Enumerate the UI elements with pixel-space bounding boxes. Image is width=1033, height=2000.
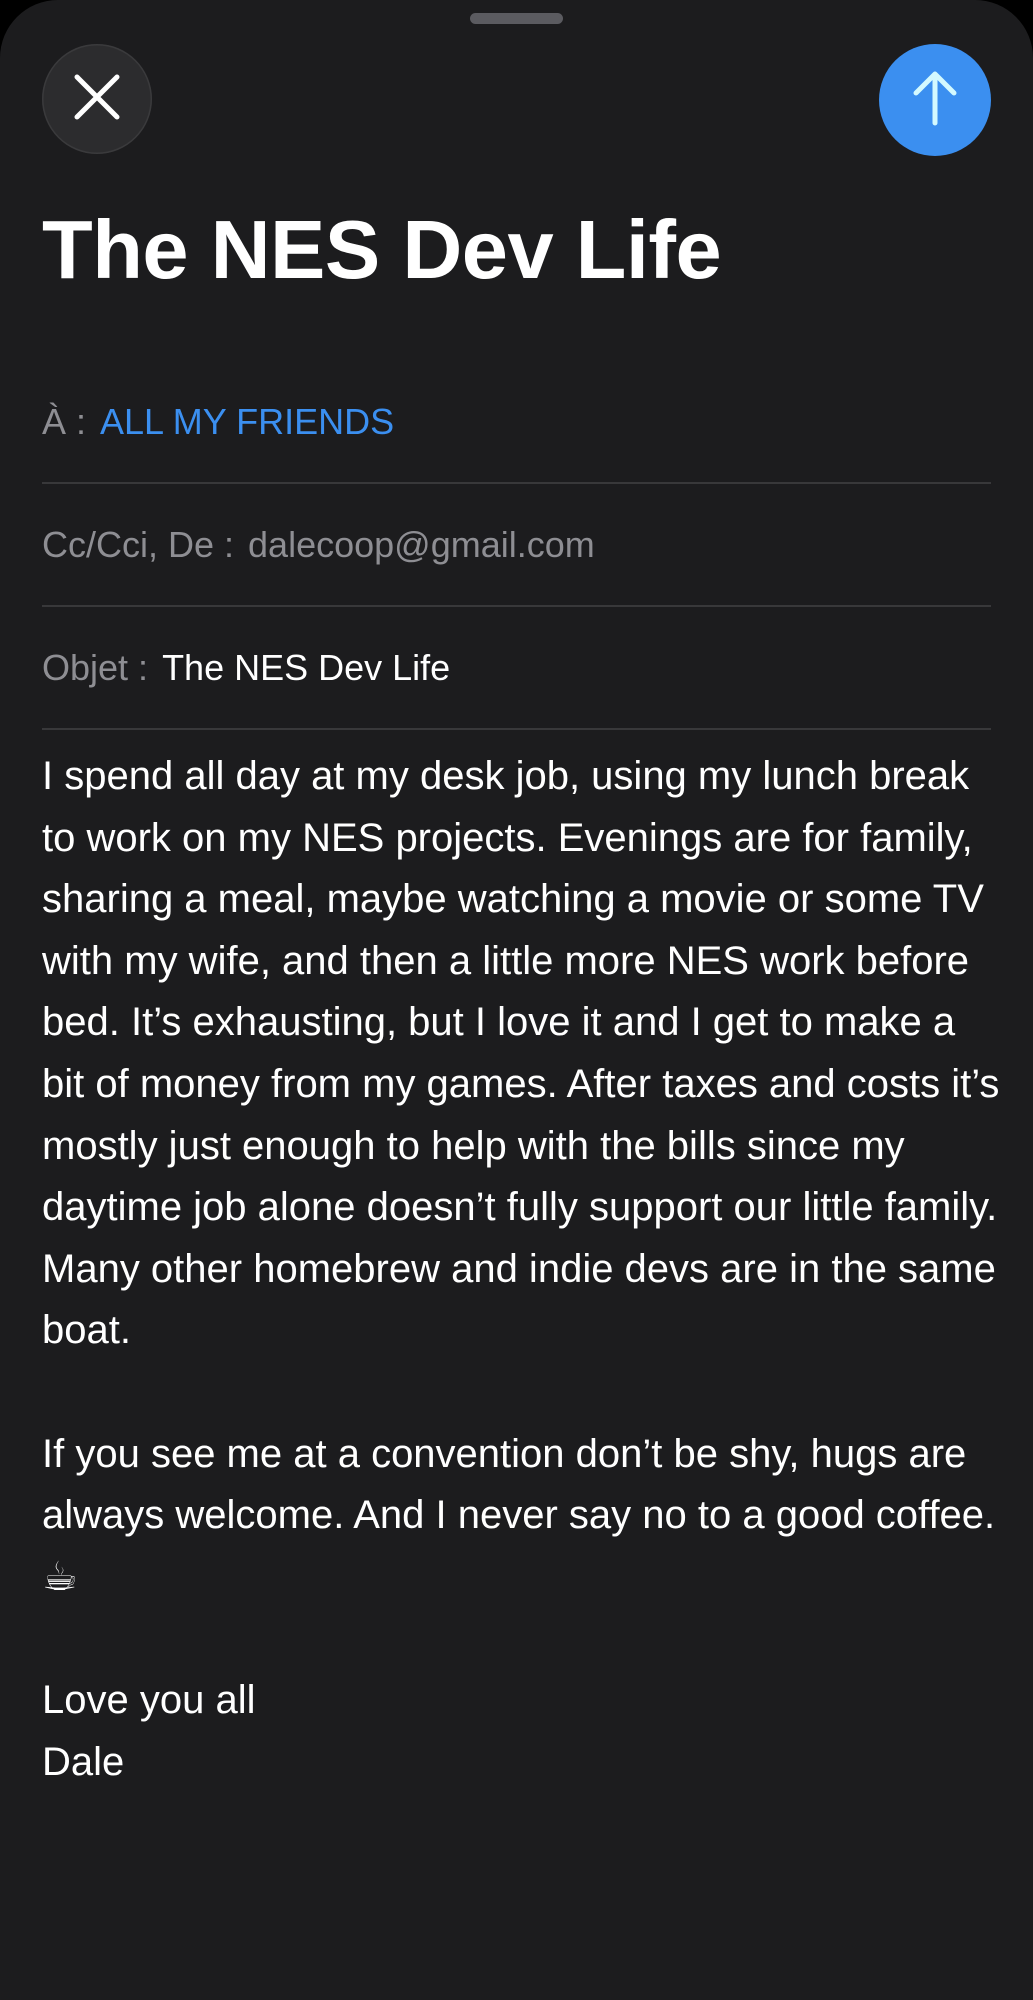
- from-address[interactable]: dalecoop@gmail.com: [248, 524, 595, 566]
- to-label: À :: [42, 400, 87, 442]
- compose-title: The NES Dev Life: [42, 203, 722, 296]
- subject-field[interactable]: Objet : The NES Dev Life: [42, 606, 991, 729]
- divider: [42, 728, 991, 730]
- closing-line: Love you all: [42, 1677, 256, 1722]
- arrow-up-icon: [911, 69, 959, 132]
- cc-from-label: Cc/Cci, De :: [42, 523, 235, 565]
- send-button[interactable]: [879, 44, 991, 156]
- close-icon: [73, 73, 121, 126]
- signature: Dale: [42, 1739, 125, 1784]
- body-paragraph: I spend all day at my desk job, using my…: [42, 754, 1000, 1353]
- mail-compose-sheet: The NES Dev Life À : ALL MY FRIENDS Cc/C…: [0, 0, 1033, 2000]
- to-field[interactable]: À : ALL MY FRIENDS: [42, 360, 991, 483]
- body-paragraph: If you see me at a convention don’t be s…: [42, 1431, 996, 1599]
- message-body[interactable]: I spend all day at my desk job, using my…: [42, 746, 1002, 1793]
- sheet-grabber[interactable]: [470, 13, 563, 24]
- to-recipient[interactable]: ALL MY FRIENDS: [100, 401, 394, 443]
- subject-label: Objet :: [42, 646, 149, 688]
- cc-from-field[interactable]: Cc/Cci, De : dalecoop@gmail.com: [42, 483, 991, 606]
- close-button[interactable]: [42, 44, 152, 154]
- subject-input[interactable]: The NES Dev Life: [162, 647, 450, 689]
